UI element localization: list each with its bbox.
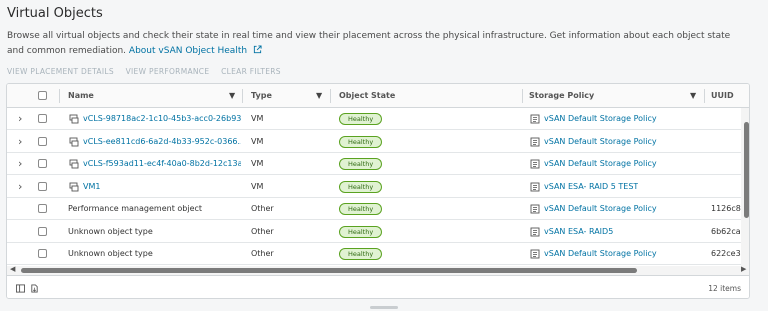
- filter-icon[interactable]: ▼: [690, 84, 696, 108]
- cell-storage-policy[interactable]: vSAN Default Storage Policy: [544, 243, 657, 265]
- view-performance-button[interactable]: VIEW PERFORMANCE: [126, 67, 210, 76]
- cell-storage-policy[interactable]: vSAN Default Storage Policy: [544, 108, 657, 130]
- storage-policy-icon: [530, 114, 540, 124]
- column-header-uuid[interactable]: UUID: [711, 84, 734, 108]
- item-count: 12 items: [708, 284, 741, 293]
- status-badge: Healthy: [339, 248, 383, 260]
- cell-type: VM: [251, 114, 264, 123]
- vm-icon: [69, 182, 79, 191]
- horizontal-scrollbar[interactable]: ◀ ▶: [7, 265, 749, 275]
- grid-footer: 12 items: [7, 275, 749, 298]
- column-header-policy[interactable]: Storage Policy: [529, 84, 594, 108]
- storage-policy-icon: [530, 137, 540, 146]
- cell-type: Other: [251, 204, 274, 213]
- column-header-state[interactable]: Object State: [339, 84, 395, 108]
- cell-name[interactable]: vCLS-ee811cd6-6a2d-4b33-952c-0366...: [83, 131, 241, 153]
- storage-policy-icon: [530, 227, 540, 236]
- cell-type: Other: [251, 226, 274, 236]
- cell-storage-policy[interactable]: vSAN Default Storage Policy: [544, 198, 657, 220]
- cell-storage-policy[interactable]: vSAN ESA- RAID5: [544, 221, 613, 243]
- resize-handle[interactable]: [370, 306, 398, 309]
- cell-type: VM: [251, 181, 264, 191]
- cell-name[interactable]: VM1: [83, 176, 241, 198]
- vm-icon: [69, 114, 79, 124]
- cell-type: Other: [251, 249, 274, 258]
- cell-type: VM: [251, 136, 264, 146]
- row-checkbox[interactable]: [38, 249, 47, 258]
- select-all-checkbox[interactable]: [38, 91, 47, 100]
- filter-icon[interactable]: ▼: [229, 84, 235, 108]
- expand-chevron-icon[interactable]: ›: [18, 108, 22, 130]
- page-description: Browse all virtual objects and check the…: [7, 29, 737, 59]
- storage-policy-icon: [530, 159, 540, 169]
- column-toggle-icon[interactable]: [16, 284, 25, 293]
- vertical-scrollbar[interactable]: [741, 108, 749, 290]
- cell-name[interactable]: vCLS-f593ad11-ec4f-40a0-8b2d-12c13a...: [83, 153, 241, 175]
- cell-storage-policy[interactable]: vSAN Default Storage Policy: [544, 153, 657, 175]
- status-badge: Healthy: [339, 158, 383, 170]
- column-divider: [242, 89, 243, 103]
- status-badge: Healthy: [339, 113, 383, 125]
- virtual-objects-grid: Name ▼ Type ▼ Object State Storage Polic…: [6, 83, 750, 299]
- scroll-left-icon[interactable]: ◀: [10, 265, 15, 273]
- table-row[interactable]: Unknown object type Other Healthy vSAN E…: [7, 221, 749, 243]
- horizontal-scroll-thumb[interactable]: [21, 268, 637, 273]
- table-row[interactable]: › vCLS-98718ac2-1c10-45b3-acc0-26b93... …: [7, 108, 749, 130]
- row-checkbox[interactable]: [38, 181, 47, 191]
- expand-chevron-icon[interactable]: ›: [18, 153, 22, 175]
- row-checkbox[interactable]: [38, 136, 47, 146]
- vm-icon: [69, 137, 79, 146]
- storage-policy-icon: [530, 249, 540, 259]
- expand-chevron-icon[interactable]: ›: [18, 176, 22, 198]
- row-checkbox[interactable]: [38, 114, 47, 123]
- column-header-type[interactable]: Type: [251, 84, 272, 108]
- storage-policy-icon: [530, 204, 540, 214]
- column-header-name[interactable]: Name: [68, 84, 94, 108]
- export-icon[interactable]: [30, 284, 39, 293]
- row-checkbox[interactable]: [38, 226, 47, 236]
- clear-filters-button[interactable]: CLEAR FILTERS: [221, 67, 281, 76]
- cell-storage-policy[interactable]: vSAN Default Storage Policy: [544, 131, 657, 153]
- status-badge: Healthy: [339, 180, 383, 193]
- table-row[interactable]: Performance management object Other Heal…: [7, 198, 749, 220]
- cell-uuid: 1126c86: [711, 204, 741, 213]
- external-link-icon[interactable]: [253, 45, 262, 54]
- status-badge: Healthy: [339, 135, 383, 148]
- filter-icon[interactable]: ▼: [316, 84, 322, 108]
- cell-name: Unknown object type: [68, 249, 153, 258]
- page-title: Virtual Objects: [7, 6, 103, 21]
- description-text: Browse all virtual objects and check the…: [7, 31, 731, 56]
- cell-uuid: 622ce3: [711, 249, 741, 258]
- grid-header: Name ▼ Type ▼ Object State Storage Polic…: [7, 84, 749, 108]
- table-row[interactable]: Unknown object type Other Healthy vSAN D…: [7, 243, 749, 265]
- status-badge: Healthy: [339, 225, 383, 238]
- row-checkbox[interactable]: [38, 204, 47, 213]
- status-badge: Healthy: [339, 203, 383, 215]
- action-bar: VIEW PLACEMENT DETAILS VIEW PERFORMANCE …: [7, 67, 290, 76]
- column-divider: [704, 89, 705, 103]
- cell-uuid: 6b62ca: [711, 226, 741, 236]
- row-checkbox[interactable]: [38, 159, 47, 168]
- cell-type: VM: [251, 159, 264, 168]
- cell-name: Unknown object type: [68, 226, 153, 236]
- vm-icon: [69, 159, 79, 169]
- table-row[interactable]: › vCLS-ee811cd6-6a2d-4b33-952c-0366... V…: [7, 131, 749, 153]
- scroll-right-icon[interactable]: ▶: [741, 265, 746, 273]
- cell-storage-policy[interactable]: vSAN ESA- RAID 5 TEST: [544, 176, 638, 198]
- view-placement-button[interactable]: VIEW PLACEMENT DETAILS: [7, 67, 114, 76]
- column-divider: [330, 89, 331, 103]
- table-row[interactable]: › VM1 VM Healthy vSAN ESA- RAID 5 TEST: [7, 176, 749, 198]
- column-divider: [59, 89, 60, 103]
- vertical-scroll-thumb[interactable]: [744, 122, 749, 218]
- cell-name: Performance management object: [68, 204, 203, 213]
- help-link[interactable]: About vSAN Object Health: [129, 46, 247, 56]
- storage-policy-icon: [530, 182, 540, 191]
- column-divider: [522, 89, 523, 103]
- table-row[interactable]: › vCLS-f593ad11-ec4f-40a0-8b2d-12c13a...…: [7, 153, 749, 175]
- cell-name[interactable]: vCLS-98718ac2-1c10-45b3-acc0-26b93...: [83, 108, 241, 130]
- expand-chevron-icon[interactable]: ›: [18, 131, 22, 153]
